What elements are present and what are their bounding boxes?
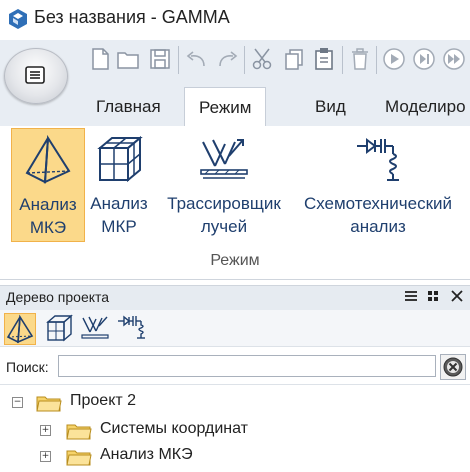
window-title: Без названия - GAMMA [34,7,230,27]
step-forward-icon[interactable] [412,46,436,72]
copy-icon[interactable] [282,46,306,72]
cube-grid-icon [97,135,143,183]
cut-icon[interactable] [250,46,274,72]
ray-tracer-label-line2: лучей [200,217,248,236]
new-file-icon[interactable] [88,46,112,72]
pyramid-icon [25,135,71,184]
delete-icon[interactable] [348,46,372,72]
circuit-icon [357,138,399,181]
search-input[interactable] [58,355,436,377]
fem-analysis-label-line1: Анализ [19,195,77,214]
menu-icon [25,66,45,84]
circuit-analysis-label-line1: Схемотехнический [303,194,453,213]
toolbar-divider [376,46,377,74]
expand-toggle[interactable]: + [40,451,51,462]
circuit-analysis-label-line2: анализ [350,217,406,236]
application-menu-button[interactable] [4,48,68,104]
folder-icon [36,396,62,412]
fem-mode-toggle[interactable] [4,313,36,345]
tree-node-label: Проект 2 [70,392,137,409]
undo-icon[interactable] [184,46,208,72]
redo-icon[interactable] [216,46,240,72]
fdm-analysis-label-line1: Анализ [90,194,148,213]
circuit-mode-toggle[interactable] [116,313,146,343]
tab-mode[interactable]: Режим [184,87,267,127]
collapse-toggle[interactable]: − [12,397,23,408]
ray-tracer-icon [200,139,248,179]
fdm-analysis-label-line2: МКР [101,217,137,236]
fdm-mode-toggle[interactable] [44,313,74,343]
paste-icon[interactable] [312,46,336,72]
circuit-icon [118,315,145,339]
pyramid-icon [6,314,34,344]
tab-modeling[interactable]: Моделиро [385,87,466,126]
tree-node-project[interactable]: − Проект 2 [0,391,470,415]
fem-analysis-label-line2: МКЭ [29,218,67,237]
panel-menu-icon[interactable] [404,288,418,304]
tree-node-fem-analysis[interactable]: + Анализ МКЭ [0,445,470,469]
toolbar-divider [178,46,179,74]
project-tree-title: Дерево проекта [6,289,110,305]
panel-close-icon[interactable] [450,288,464,304]
save-icon[interactable] [148,46,172,72]
cube-grid-icon [46,314,73,342]
fem-analysis-button[interactable]: Анализ МКЭ [11,128,85,242]
clear-icon [443,357,463,377]
fast-forward-icon[interactable] [442,46,466,72]
expand-toggle[interactable]: + [40,425,51,436]
ray-tracer-button[interactable]: Трассировщик лучей [158,128,290,240]
tab-view[interactable]: Вид [315,87,346,126]
ray-tracer-mode-toggle[interactable] [80,313,110,343]
circuit-analysis-button[interactable]: Схемотехнический анализ [294,128,462,240]
toolbar-divider [342,46,343,74]
fdm-analysis-button[interactable]: Анализ МКР [84,128,154,240]
tab-home[interactable]: Главная [96,87,161,126]
play-icon[interactable] [382,46,406,72]
gamma-logo-icon [9,9,27,29]
tree-node-label: Анализ МКЭ [100,446,193,463]
open-folder-icon[interactable] [116,46,140,72]
folder-icon [66,450,92,466]
search-label: Поиск: [6,359,49,375]
ray-tracer-label-line1: Трассировщик [167,194,281,213]
toolbar-divider [244,46,245,74]
tree-node-coordinate-systems[interactable]: + Системы координат [0,419,470,443]
ribbon-group-label: Режим [210,252,260,269]
panel-dock-icon[interactable] [426,288,440,304]
ray-tracer-icon [81,316,109,339]
folder-icon [66,424,92,440]
clear-search-button[interactable] [440,354,466,380]
tree-node-label: Системы координат [100,420,248,437]
